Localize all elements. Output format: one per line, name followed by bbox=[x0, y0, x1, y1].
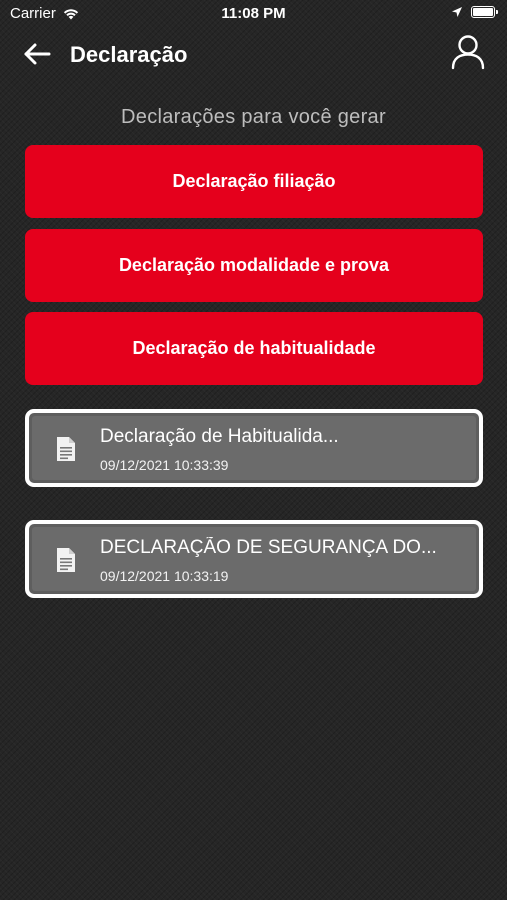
status-bar: Carrier 11:08 PM bbox=[0, 0, 507, 28]
button-label: Declaração filiação bbox=[172, 171, 336, 191]
button-label: Declaração modalidade e prova bbox=[118, 255, 390, 275]
document-icon bbox=[57, 437, 75, 461]
document-item-body: Declaração de Habitualida... 09/12/2021 … bbox=[32, 416, 476, 480]
document-date: 09/12/2021 10:33:39 bbox=[100, 457, 229, 473]
document-icon bbox=[57, 548, 75, 572]
document-title: DECLARAÇÃO DE SEGURANÇA DO... bbox=[100, 537, 437, 558]
arrow-left-icon bbox=[24, 43, 51, 65]
back-button[interactable] bbox=[22, 40, 54, 68]
status-right bbox=[451, 6, 498, 18]
declaracao-filiacao-button[interactable]: Declaração filiação bbox=[25, 145, 483, 218]
button-label: Declaração de habitualidade bbox=[132, 338, 376, 358]
battery-icon bbox=[471, 6, 498, 18]
document-item[interactable]: DECLARAÇÃO DE SEGURANÇA DO... 09/12/2021… bbox=[25, 520, 483, 598]
page-title: Declaração bbox=[70, 42, 188, 67]
user-icon bbox=[451, 35, 485, 70]
declaracao-habitualidade-button[interactable]: Declaração de habitualidade bbox=[25, 312, 483, 385]
document-item[interactable]: Declaração de Habitualida... 09/12/2021 … bbox=[25, 409, 483, 487]
user-button[interactable] bbox=[451, 34, 485, 70]
document-item-body: DECLARAÇÃO DE SEGURANÇA DO... 09/12/2021… bbox=[32, 527, 476, 591]
declaracao-modalidade-button[interactable]: Declaração modalidade e prova bbox=[25, 229, 483, 302]
section-title: Declarações para você gerar bbox=[121, 106, 386, 128]
document-date: 09/12/2021 10:33:19 bbox=[100, 568, 229, 584]
header: Declaração bbox=[0, 30, 507, 80]
location-arrow-icon bbox=[452, 7, 462, 17]
status-time: 11:08 PM bbox=[221, 5, 286, 22]
document-title: Declaração de Habitualida... bbox=[100, 426, 339, 447]
